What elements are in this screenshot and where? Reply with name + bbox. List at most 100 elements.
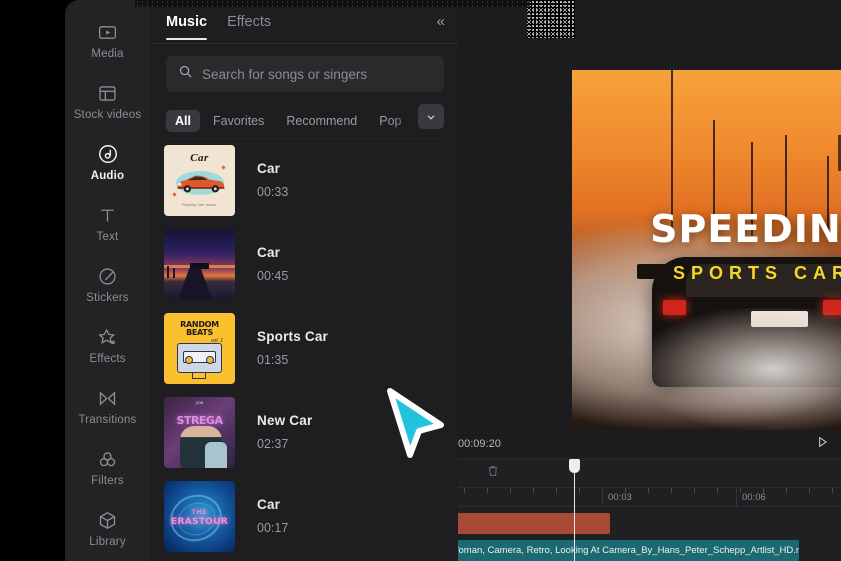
sidebar-item-stickers[interactable]: Stickers bbox=[65, 254, 150, 315]
sidebar-item-label: Stickers bbox=[86, 291, 129, 304]
search-container bbox=[150, 44, 458, 92]
sidebar-item-label: Transitions bbox=[78, 413, 137, 426]
list-item[interactable]: you STREGA PACK Forever New Car 02:37 bbox=[164, 390, 458, 474]
artwork-subtitle: ERASTOUR bbox=[171, 516, 228, 527]
sidebar-item-stock-videos[interactable]: Stock videos bbox=[65, 71, 150, 132]
search-icon bbox=[178, 64, 193, 84]
smoke-lower bbox=[640, 307, 841, 430]
effects-icon bbox=[97, 327, 118, 348]
artwork-title: RANDOM BEATS bbox=[180, 319, 219, 337]
preview-toolbar: 00:09:20 bbox=[458, 430, 841, 459]
playhead[interactable] bbox=[569, 459, 580, 561]
playhead-handle[interactable] bbox=[569, 459, 580, 473]
audio-icon bbox=[97, 143, 119, 165]
sidebar-item-library[interactable]: Library bbox=[65, 498, 150, 559]
filter-chip-row: All Favorites Recommend Pop R bbox=[150, 92, 458, 138]
sidebar-item-label: Library bbox=[89, 535, 126, 548]
track-name: New Car bbox=[257, 413, 313, 428]
timeline: 00:03 00:06 Ex 03136_Woman, Camera, Retr… bbox=[458, 459, 841, 561]
stickers-icon bbox=[97, 266, 118, 287]
tab-effects-label: Effects bbox=[227, 13, 272, 30]
track-artwork: Car Royalty free music bbox=[164, 144, 235, 216]
timeline-video-clip[interactable]: 03136_Woman, Camera, Retro, Looking At C… bbox=[458, 540, 799, 561]
artwork-subtitle: you bbox=[195, 400, 204, 406]
clip-label: 03136_Woman, Camera, Retro, Looking At C… bbox=[458, 545, 799, 556]
chip-favorites[interactable]: Favorites bbox=[204, 110, 273, 132]
chip-recommend[interactable]: Recommend bbox=[277, 110, 366, 132]
app-root: Media Stock videos Audio Text Stickers E… bbox=[0, 0, 841, 561]
track-name: Car bbox=[257, 245, 281, 260]
track-duration: 02:37 bbox=[257, 437, 289, 451]
track-name: Car bbox=[257, 161, 281, 176]
filters-icon bbox=[97, 449, 118, 470]
track-name: Car bbox=[257, 497, 281, 512]
sidebar-item-label: Stock videos bbox=[73, 108, 142, 121]
track-meta: Car 00:33 bbox=[235, 161, 288, 199]
video-preview[interactable]: SPEEDING SPORTS CAR bbox=[572, 70, 841, 430]
timeline-toolbar bbox=[458, 459, 841, 487]
track-meta: New Car 02:37 bbox=[235, 413, 312, 451]
tab-music[interactable]: Music bbox=[166, 13, 208, 40]
media-icon bbox=[97, 22, 118, 43]
list-item[interactable]: Car 00:45 bbox=[164, 222, 458, 306]
artwork-title: Car bbox=[190, 151, 209, 164]
search-input[interactable] bbox=[202, 66, 432, 82]
sidebar-item-effects[interactable]: Effects bbox=[65, 315, 150, 376]
ruler-label: 00:06 bbox=[742, 492, 766, 503]
track-duration: 00:45 bbox=[257, 269, 289, 283]
sidebar-item-transitions[interactable]: Transitions bbox=[65, 376, 150, 437]
sidebar-item-label: Filters bbox=[91, 474, 124, 487]
left-sidebar: Media Stock videos Audio Text Stickers E… bbox=[65, 0, 150, 561]
track-artwork: THE ERASTOUR bbox=[164, 480, 235, 552]
timeline-audio-clip[interactable]: Ex bbox=[458, 513, 610, 534]
track-name: Sports Car bbox=[257, 329, 329, 344]
list-item[interactable]: Car Royalty free music Car 00:33 bbox=[164, 138, 458, 222]
trash-icon[interactable] bbox=[486, 464, 500, 483]
sidebar-item-label: Effects bbox=[89, 352, 126, 365]
sidebar-item-audio[interactable]: Audio bbox=[65, 132, 150, 193]
track-duration: 01:35 bbox=[257, 353, 289, 367]
video-title-overlay: SPEEDING bbox=[650, 206, 841, 251]
sidebar-item-text[interactable]: Text bbox=[65, 193, 150, 254]
collapse-panel-icon[interactable]: « bbox=[437, 13, 445, 30]
timeline-ruler[interactable]: 00:03 00:06 bbox=[458, 487, 841, 507]
sidebar-item-label: Audio bbox=[90, 170, 125, 182]
timeline-tracks: Ex 03136_Woman, Camera, Retro, Looking A… bbox=[458, 507, 841, 561]
transitions-icon bbox=[97, 388, 118, 409]
track-artwork bbox=[164, 228, 235, 300]
sidebar-item-label: Text bbox=[96, 230, 119, 243]
list-item[interactable]: THE ERASTOUR Car 00:17 bbox=[164, 474, 458, 558]
preview-area: SPEEDING SPORTS CAR bbox=[458, 0, 841, 430]
music-track-list: Car Royalty free music Car 00:33 Car 00:… bbox=[150, 138, 458, 558]
play-icon[interactable] bbox=[815, 435, 829, 454]
sidebar-item-label: Media bbox=[91, 47, 124, 60]
chips-fade bbox=[392, 92, 418, 138]
track-meta: Car 00:45 bbox=[235, 245, 288, 283]
chevron-down-icon[interactable] bbox=[418, 104, 444, 129]
library-icon bbox=[97, 510, 118, 531]
artwork-subtitle: Royalty free music bbox=[182, 202, 217, 207]
sidebar-item-media[interactable]: Media bbox=[65, 10, 150, 71]
tab-effects[interactable]: Effects bbox=[227, 14, 271, 40]
track-duration: 00:17 bbox=[257, 521, 289, 535]
search-box[interactable] bbox=[166, 56, 444, 92]
tab-music-label: Music bbox=[166, 13, 208, 30]
music-panel: Music Effects « All bbox=[150, 0, 458, 561]
stock-videos-icon bbox=[97, 83, 118, 104]
chip-all[interactable]: All bbox=[166, 110, 200, 132]
track-meta: Car 00:17 bbox=[235, 497, 288, 535]
video-subtitle-overlay: SPORTS CAR bbox=[672, 262, 841, 283]
track-meta: Sports Car 01:35 bbox=[235, 329, 328, 367]
row-divider bbox=[164, 138, 444, 139]
sidebar-item-filters[interactable]: Filters bbox=[65, 437, 150, 498]
track-duration: 00:33 bbox=[257, 185, 289, 199]
app-window: Media Stock videos Audio Text Stickers E… bbox=[65, 0, 841, 561]
panel-header: Music Effects « bbox=[150, 0, 458, 44]
list-item[interactable]: RANDOM BEATS vol. 1 Sports Car 01:35 bbox=[164, 306, 458, 390]
timecode-display: 00:09:20 bbox=[458, 438, 501, 450]
artwork-title: THE bbox=[191, 508, 208, 516]
text-icon bbox=[97, 205, 118, 226]
ruler-label: 00:03 bbox=[608, 492, 632, 503]
track-artwork: you STREGA PACK Forever bbox=[164, 396, 235, 468]
track-artwork: RANDOM BEATS vol. 1 bbox=[164, 312, 235, 384]
